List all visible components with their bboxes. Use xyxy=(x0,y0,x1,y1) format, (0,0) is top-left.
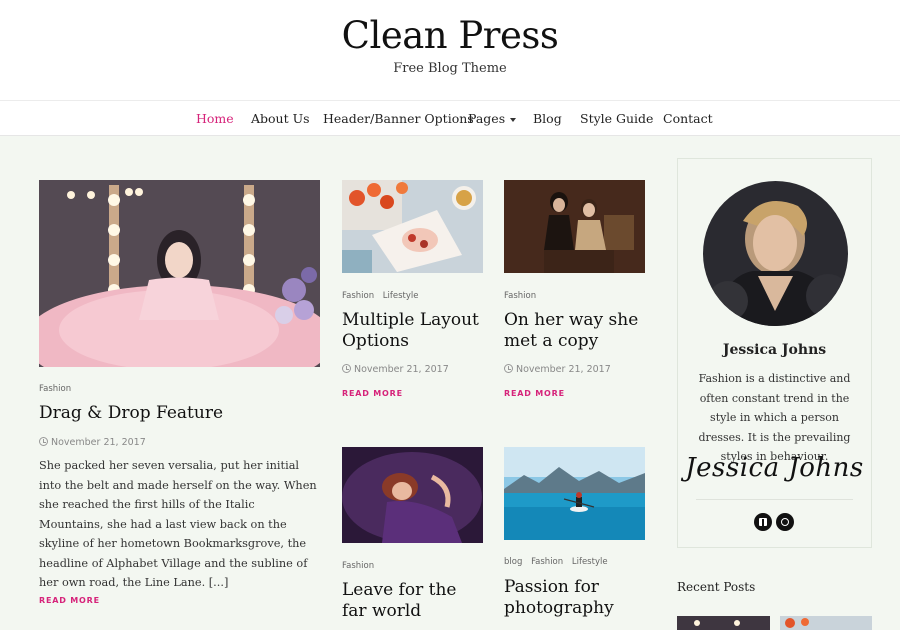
nav-item-pages-label: Pages xyxy=(468,111,506,126)
post-image[interactable] xyxy=(342,447,483,543)
clock-icon xyxy=(342,364,351,373)
post-title[interactable]: Multiple Layout Options xyxy=(342,310,482,351)
clock-icon xyxy=(504,364,513,373)
nav-item-header-banner-options[interactable]: Header/Banner Options xyxy=(323,111,474,126)
nav-item-home[interactable]: Home xyxy=(196,111,234,126)
post-categories: Fashion xyxy=(504,291,536,301)
post-date: November 21, 2017 xyxy=(342,364,449,375)
site-header: Clean Press Free Blog Theme xyxy=(0,0,900,100)
featured-post-categories: Fashion xyxy=(39,384,71,394)
recent-post-thumbnail[interactable] xyxy=(677,616,770,630)
clock-icon xyxy=(39,437,48,446)
category-link[interactable]: Fashion xyxy=(342,561,374,571)
read-more-link[interactable]: READ MORE xyxy=(342,389,403,398)
author-bio: Fashion is a distinctive and often const… xyxy=(698,372,851,463)
post-categories: Fashion Lifestyle xyxy=(342,291,419,301)
category-link[interactable]: Fashion xyxy=(504,291,536,301)
read-more-link[interactable]: READ MORE xyxy=(39,596,100,605)
featured-post-title[interactable]: Drag & Drop Feature xyxy=(39,403,320,424)
post-title[interactable]: Leave for the far world xyxy=(342,580,482,621)
category-link[interactable]: blog xyxy=(504,557,522,567)
nav-item-contact[interactable]: Contact xyxy=(663,111,713,126)
date-text: November 21, 2017 xyxy=(516,364,611,375)
category-link[interactable]: Lifestyle xyxy=(572,557,608,567)
widget-divider xyxy=(696,499,853,500)
read-more-link[interactable]: READ MORE xyxy=(504,389,565,398)
avatar xyxy=(703,181,848,326)
main-navigation: Home About Us Header/Banner Options Page… xyxy=(0,100,900,136)
post-image[interactable] xyxy=(342,180,483,273)
author-signature: Jessica Johns xyxy=(685,453,864,483)
author-name: Jessica Johns xyxy=(722,342,827,358)
category-link[interactable]: Lifestyle xyxy=(383,291,419,301)
recent-post-thumbnail[interactable] xyxy=(780,616,872,630)
facebook-icon[interactable] xyxy=(754,513,772,531)
post-title[interactable]: On her way she met a copy xyxy=(504,310,644,351)
post-image[interactable] xyxy=(504,447,645,540)
category-link[interactable]: Fashion xyxy=(531,557,563,567)
nav-item-style-guide[interactable]: Style Guide xyxy=(580,111,653,126)
category-link[interactable]: Fashion xyxy=(342,291,374,301)
featured-post-image[interactable] xyxy=(39,180,320,367)
nav-item-about-us[interactable]: About Us xyxy=(251,111,310,126)
site-tagline: Free Blog Theme xyxy=(393,61,507,76)
category-link[interactable]: Fashion xyxy=(39,384,71,394)
post-date: November 21, 2017 xyxy=(504,364,611,375)
post-categories: blog Fashion Lifestyle xyxy=(504,557,608,567)
date-text: November 21, 2017 xyxy=(354,364,449,375)
author-widget: Jessica Johns Fashion is a distinctive a… xyxy=(677,158,872,548)
post-categories: Fashion xyxy=(342,561,374,571)
site-title[interactable]: Clean Press xyxy=(0,14,900,57)
date-text: November 21, 2017 xyxy=(51,437,146,448)
nav-item-pages[interactable]: Pages xyxy=(468,111,517,126)
featured-post-date: November 21, 2017 xyxy=(39,437,146,448)
caret-down-icon xyxy=(510,117,517,122)
post-image[interactable] xyxy=(504,180,645,273)
recent-posts-heading: Recent Posts xyxy=(677,580,756,594)
instagram-icon[interactable] xyxy=(776,513,794,531)
post-title[interactable]: Passion for photography xyxy=(504,577,644,618)
featured-post-excerpt: She packed her seven versalia, put her i… xyxy=(39,459,317,589)
nav-item-blog[interactable]: Blog xyxy=(533,111,562,126)
